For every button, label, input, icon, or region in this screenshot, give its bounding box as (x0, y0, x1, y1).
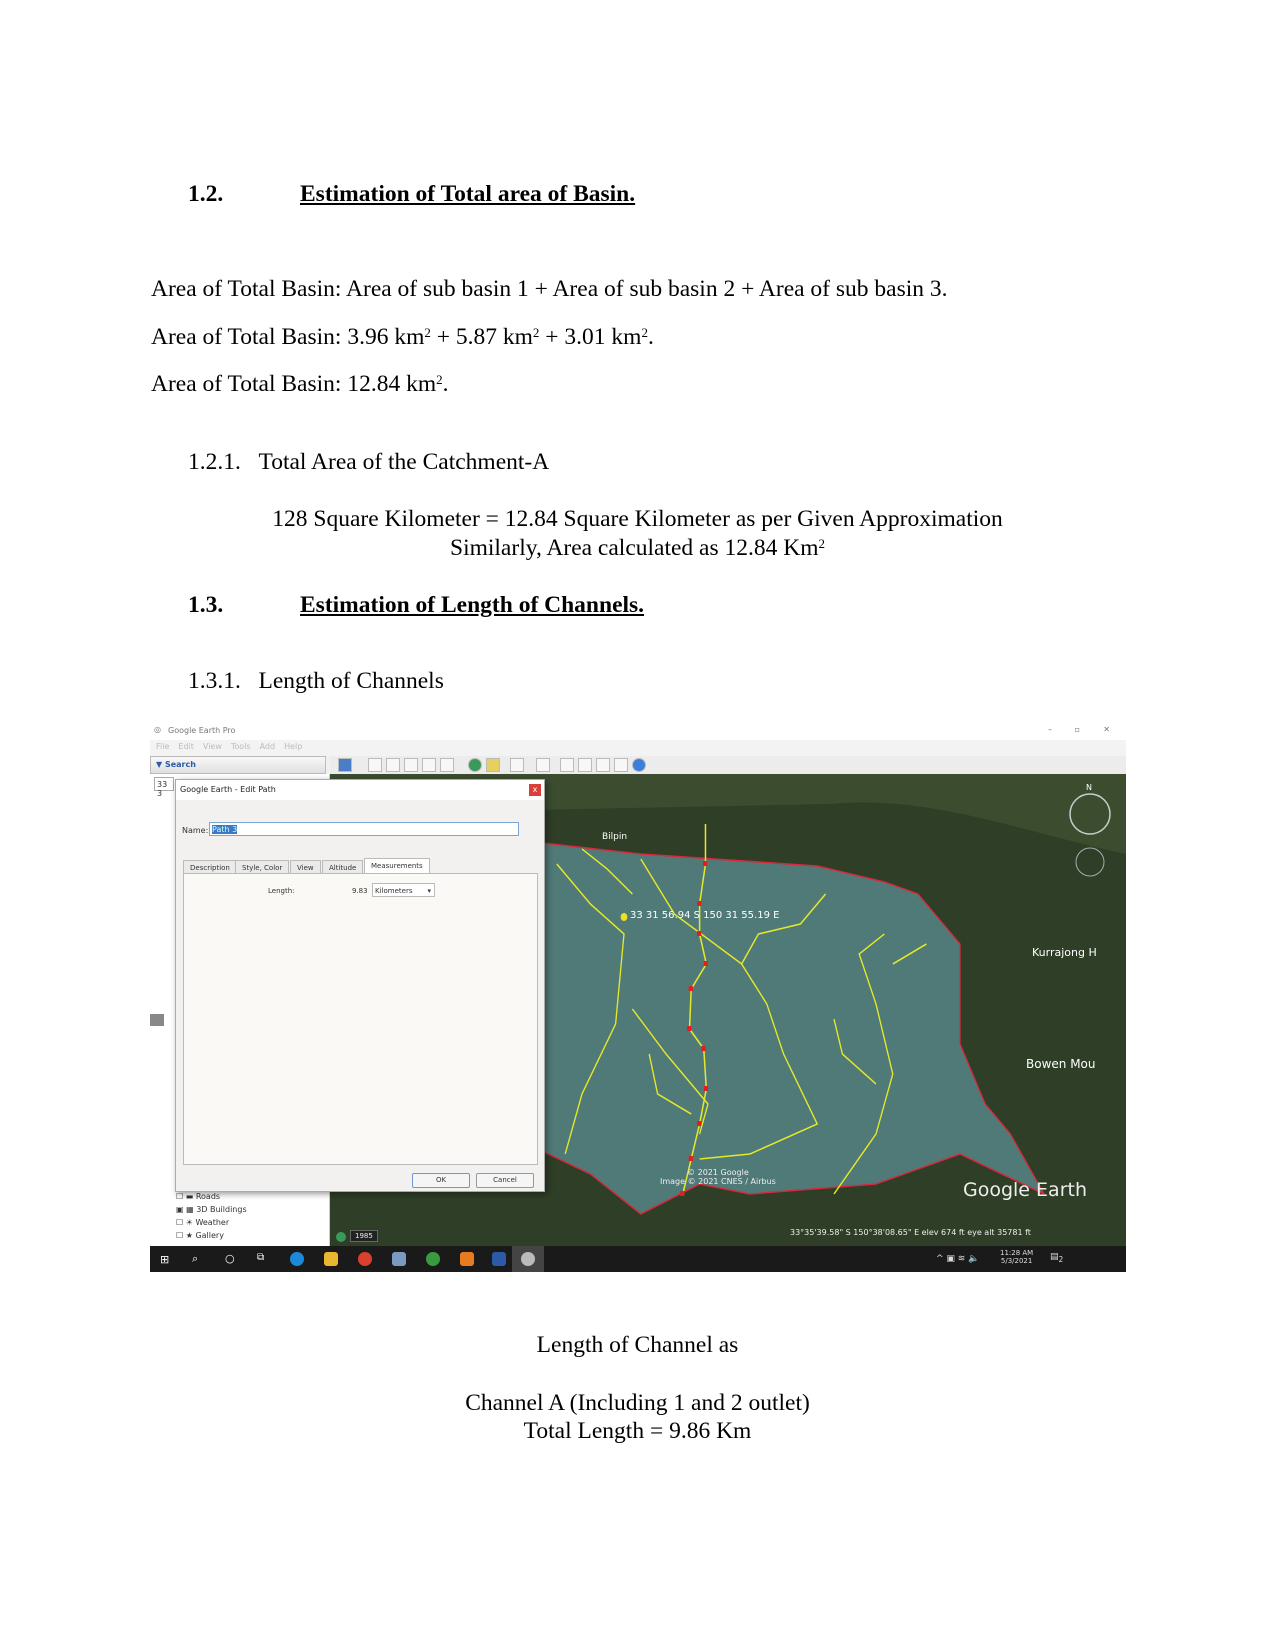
formula-result: Area of Total Basin: 12.84 km2. (151, 371, 449, 397)
place-label: Kurrajong H (1032, 946, 1097, 959)
tab-altitude[interactable]: Altitude (322, 860, 364, 874)
email-icon[interactable] (560, 758, 574, 772)
menu-help[interactable]: Help (284, 742, 302, 751)
edit-path-dialog: Google Earth - Edit Path x Name: Path 3 … (175, 779, 545, 1192)
caption-line2: Channel A (Including 1 and 2 outlet) (465, 1390, 810, 1416)
name-label: Name: (182, 826, 209, 835)
dialog-close-button[interactable]: x (529, 784, 541, 796)
section-title: Estimation of Total area of Basin. (300, 181, 636, 207)
length-value: 9.83 (352, 887, 368, 895)
subsection-heading: 1.3.1. Length of Channels (188, 668, 444, 694)
print-icon[interactable] (578, 758, 592, 772)
place-label: Bilpin (602, 832, 628, 842)
sidebar-toggle-icon[interactable] (338, 758, 352, 772)
length-label: Length: (268, 887, 295, 895)
overlay-icon[interactable] (422, 758, 436, 772)
layer-weather[interactable]: ☐ ☀ Weather (176, 1218, 229, 1227)
historical-year[interactable]: 1985 (350, 1230, 378, 1242)
tab-measurements[interactable]: Measurements (364, 858, 430, 874)
tour-icon[interactable] (440, 758, 454, 772)
copyright: © 2021 Google Image © 2021 CNES / Airbus (660, 1168, 776, 1186)
caption-line1: Length of Channel as (536, 1332, 739, 1358)
planets-icon[interactable] (510, 758, 524, 772)
download-manager-icon[interactable] (426, 1252, 440, 1266)
measurements-panel: Length: 9.83 Kilometers ▾ (183, 873, 538, 1165)
catchment-line1: 128 Square Kilometer = 12.84 Square Kilo… (272, 506, 1003, 532)
chevron-down-icon: ▾ (427, 887, 431, 895)
toolbar (330, 756, 1126, 774)
tab-description[interactable]: Description (183, 860, 237, 874)
minimize-icon[interactable]: – (1048, 725, 1052, 734)
windows-taskbar: ⊞ ⌕ ○ ⧉ ^ ▣ ≋ 🔈 11:28 AM 5/3/2021 ▤2 (150, 1246, 1126, 1272)
search-input[interactable]: 33 3 (154, 777, 174, 798)
file-explorer-icon[interactable] (324, 1252, 338, 1266)
placemark-label: 33 31 56.94 S 150 31 55.19 E (630, 910, 780, 921)
place-label: Bowen Mou (1026, 1057, 1096, 1071)
close-icon[interactable]: ✕ (1103, 725, 1110, 734)
title-bar: ◎ Google Earth Pro – ▫ ✕ (150, 722, 1126, 740)
subsection-heading: 1.2.1. Total Area of the Catchment-A (188, 449, 550, 475)
compass-n: N (1086, 783, 1092, 792)
menu-file[interactable]: File (156, 742, 169, 751)
save-image-icon[interactable] (596, 758, 610, 772)
tab-style-color[interactable]: Style, Color (235, 860, 290, 874)
section-number: 1.2. (188, 181, 224, 207)
cortana-icon[interactable]: ○ (225, 1252, 235, 1265)
formula-values: Area of Total Basin: 3.96 km2 + 5.87 km2… (151, 324, 654, 350)
windows-start-icon[interactable]: ⊞ (160, 1253, 169, 1266)
placemark-icon[interactable] (368, 758, 382, 772)
restore-icon[interactable]: ▫ (1075, 725, 1080, 734)
menu-bar: File Edit View Tools Add Help (150, 740, 1126, 756)
layer-roads[interactable]: ☐ ▬ Roads (176, 1192, 220, 1201)
pushpin-icon (620, 913, 628, 921)
task-view-icon[interactable]: ⧉ (257, 1252, 264, 1263)
sunlight-icon[interactable] (486, 758, 500, 772)
tray-icons[interactable]: ^ ▣ ≋ 🔈 (936, 1254, 979, 1264)
layer-gallery[interactable]: ☐ ★ Gallery (176, 1231, 224, 1240)
layer-3d-buildings[interactable]: ▣ ▦ 3D Buildings (176, 1205, 247, 1214)
historical-imagery-icon[interactable] (468, 758, 482, 772)
polygon-icon[interactable] (386, 758, 400, 772)
clock[interactable]: 11:28 AM 5/3/2021 (1000, 1249, 1033, 1265)
menu-tools[interactable]: Tools (231, 742, 251, 751)
unit-select[interactable]: Kilometers ▾ (372, 883, 435, 897)
path-icon[interactable] (404, 758, 418, 772)
caption-line3: Total Length = 9.86 Km (523, 1418, 752, 1444)
paint-icon[interactable] (392, 1252, 406, 1266)
app-title: Google Earth Pro (168, 726, 236, 735)
scrollbar-thumb[interactable] (150, 1014, 164, 1026)
globe-icon: ◎ (154, 725, 161, 734)
dialog-title: Google Earth - Edit Path (176, 780, 544, 800)
search-icon[interactable]: ⌕ (192, 1252, 198, 1266)
notification-icon[interactable]: ▤2 (1050, 1252, 1063, 1264)
earth-icon[interactable] (632, 758, 646, 772)
clock-icon[interactable] (336, 1232, 346, 1242)
status-bar: 33°35'39.58" S 150°38'08.65" E elev 674 … (790, 1228, 1031, 1237)
catchment-line2: Similarly, Area calculated as 12.84 Km2 (450, 535, 825, 561)
word-icon[interactable] (492, 1252, 506, 1266)
name-input[interactable]: Path 3 (209, 822, 519, 836)
menu-view[interactable]: View (203, 742, 222, 751)
formula-line: Area of Total Basin: Area of sub basin 1… (151, 276, 948, 302)
tab-view[interactable]: View (290, 860, 321, 874)
app-icon[interactable] (460, 1252, 474, 1266)
section-number: 1.3. (188, 592, 224, 618)
ok-button[interactable]: OK (412, 1173, 470, 1188)
google-earth-logo: Google Earth (963, 1179, 1087, 1201)
google-earth-taskbar-button[interactable] (512, 1246, 544, 1272)
ruler-icon[interactable] (536, 758, 550, 772)
chrome-icon[interactable] (358, 1252, 372, 1266)
map-icon[interactable] (614, 758, 628, 772)
section-title: Estimation of Length of Channels. (300, 592, 645, 618)
google-earth-screenshot: ◎ Google Earth Pro – ▫ ✕ File Edit View Too… (150, 722, 1126, 1272)
cancel-button[interactable]: Cancel (476, 1173, 534, 1188)
menu-add[interactable]: Add (260, 742, 276, 751)
menu-edit[interactable]: Edit (178, 742, 194, 751)
edge-icon[interactable] (290, 1252, 304, 1266)
search-panel-header[interactable]: ▼ Search (150, 756, 326, 774)
